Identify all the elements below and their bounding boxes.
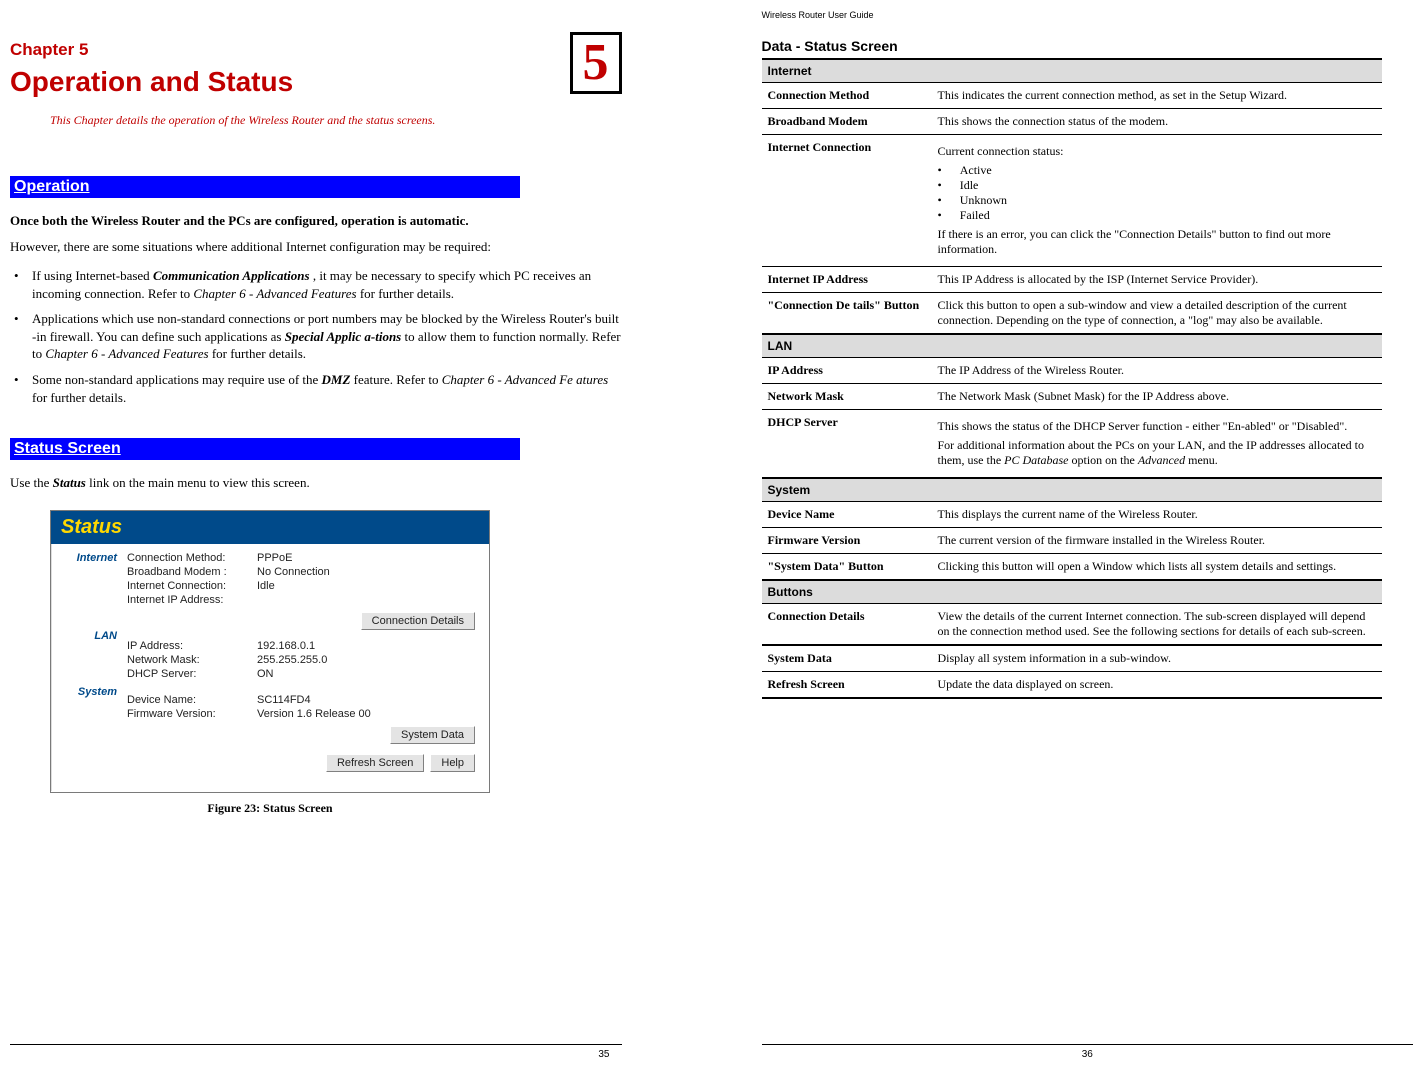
status-screenshot: Status Internet LAN System Connection Me… xyxy=(50,510,490,793)
table-section-system: System xyxy=(762,478,1382,502)
h2-data-status: Data - Status Screen xyxy=(762,38,1414,54)
page-left: 5 Chapter 5 Operation and Status This Ch… xyxy=(0,0,712,1070)
shot-main: Connection Method:PPPoE Broadband Modem … xyxy=(123,544,489,792)
table-row: DHCP Server:ON xyxy=(127,668,479,680)
list-item: If using Internet-based Communication Ap… xyxy=(10,267,622,302)
page-number-right: 36 xyxy=(762,1049,1414,1060)
table-row: Broadband ModemThis shows the connection… xyxy=(762,109,1382,135)
chapter-lead: This Chapter details the operation of th… xyxy=(50,112,470,128)
chapter-label: Chapter 5 xyxy=(10,40,622,60)
table-row: Firmware VersionThe current version of t… xyxy=(762,528,1382,554)
table-row: Broadband Modem :No Connection xyxy=(127,566,479,578)
sidebar-item-system[interactable]: System xyxy=(51,686,117,698)
sidebar-item-internet[interactable]: Internet xyxy=(51,552,117,564)
table-row: Connection Method:PPPoE xyxy=(127,552,479,564)
table-row: Firmware Version:Version 1.6 Release 00 xyxy=(127,708,479,720)
table-row: Internet IP Address: xyxy=(127,594,479,606)
status-list: Active Idle Unknown Failed xyxy=(938,163,1376,223)
page-right: Wireless Router User Guide Data - Status… xyxy=(712,0,1423,1070)
table-row: Network MaskThe Network Mask (Subnet Mas… xyxy=(762,384,1382,410)
page-inner-left: 5 Chapter 5 Operation and Status This Ch… xyxy=(10,10,622,1060)
table-section-buttons: Buttons xyxy=(762,580,1382,604)
section-status-screen: Status Screen xyxy=(10,438,520,460)
page-rule xyxy=(10,1044,622,1045)
table-row: "Connection De tails" ButtonClick this b… xyxy=(762,293,1382,335)
list-item: Some non-standard applications may requi… xyxy=(10,371,622,406)
system-data-button[interactable]: System Data xyxy=(390,726,475,744)
chapter-number-box: 5 xyxy=(570,32,622,94)
list-item: Unknown xyxy=(938,193,1376,208)
table-row: Device NameThis displays the current nam… xyxy=(762,502,1382,528)
list-item: Active xyxy=(938,163,1376,178)
refresh-screen-button[interactable]: Refresh Screen xyxy=(326,754,424,772)
status-p3: Use the Status link on the main menu to … xyxy=(10,474,622,492)
shot-title-text: Status xyxy=(61,516,122,538)
table-section-internet: Internet xyxy=(762,59,1382,83)
table-row: Connection DetailsView the details of th… xyxy=(762,604,1382,646)
table-row: Internet IP AddressThis IP Address is al… xyxy=(762,267,1382,293)
operation-p1: Once both the Wireless Router and the PC… xyxy=(10,212,622,230)
shot-body: Internet LAN System Connection Method:PP… xyxy=(51,544,489,792)
button-row: System Data xyxy=(127,726,479,744)
shot-title-bar: Status xyxy=(51,511,489,544)
chapter-number: 5 xyxy=(583,37,609,89)
page-rule xyxy=(762,1044,1414,1045)
operation-bullets: If using Internet-based Communication Ap… xyxy=(10,267,622,414)
dhcp-desc: This shows the status of the DHCP Server… xyxy=(932,410,1382,479)
figure-caption: Figure 23: Status Screen xyxy=(50,801,490,816)
operation-p2: However, there are some situations where… xyxy=(10,238,622,256)
table-row: Connection MethodThis indicates the curr… xyxy=(762,83,1382,109)
running-header: Wireless Router User Guide xyxy=(762,10,1414,20)
table-row: IP Address:192.168.0.1 xyxy=(127,640,479,652)
table-row: Refresh ScreenUpdate the data displayed … xyxy=(762,672,1382,699)
page-inner-right: Wireless Router User Guide Data - Status… xyxy=(762,10,1414,1060)
button-row: Refresh Screen Help xyxy=(127,754,479,772)
list-item: Idle xyxy=(938,178,1376,193)
section-operation: Operation xyxy=(10,176,520,198)
table-row: System DataDisplay all system informatio… xyxy=(762,645,1382,672)
list-item: Applications which use non-standard conn… xyxy=(10,310,622,363)
chapter-title: Operation and Status xyxy=(10,66,622,98)
table-row: Internet Connection:Idle xyxy=(127,580,479,592)
table-section-lan: LAN xyxy=(762,334,1382,358)
table-row: IP AddressThe IP Address of the Wireless… xyxy=(762,358,1382,384)
page-number-left: 35 xyxy=(10,1049,622,1060)
shot-sidebar: Internet LAN System xyxy=(51,544,123,792)
internet-connection-desc: Current connection status: Active Idle U… xyxy=(932,135,1382,267)
table-row: Internet Connection Current connection s… xyxy=(762,135,1382,267)
help-button[interactable]: Help xyxy=(430,754,475,772)
table-row: Network Mask:255.255.255.0 xyxy=(127,654,479,666)
list-item: Failed xyxy=(938,208,1376,223)
sidebar-item-lan[interactable]: LAN xyxy=(51,630,117,642)
table-row: Device Name:SC114FD4 xyxy=(127,694,479,706)
table-row: DHCP Server This shows the status of the… xyxy=(762,410,1382,479)
data-table: Internet Connection MethodThis indicates… xyxy=(762,58,1382,699)
table-row: "System Data" ButtonClicking this button… xyxy=(762,554,1382,581)
button-row: Connection Details xyxy=(127,612,479,630)
connection-details-button[interactable]: Connection Details xyxy=(361,612,475,630)
